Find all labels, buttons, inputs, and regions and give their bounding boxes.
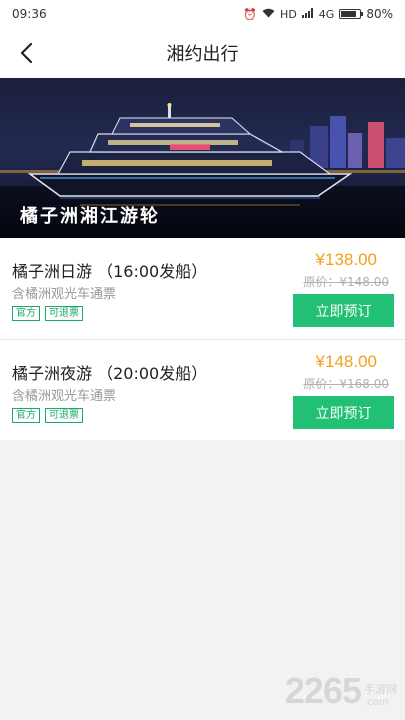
book-now-button[interactable]: 立即预订	[293, 396, 394, 429]
tour-description: 含橘洲观光车通票	[12, 287, 117, 302]
watermark-number: 2265	[284, 670, 362, 711]
signal-icon	[301, 7, 314, 21]
tag-refundable: 可退票	[45, 306, 83, 321]
tag-official: 官方	[12, 306, 40, 321]
tag-refundable: 可退票	[45, 408, 83, 423]
status-icons: ⏰ HD 4G 80%	[243, 7, 393, 21]
wifi-icon	[262, 8, 275, 21]
battery-percent: 80%	[366, 7, 393, 21]
signal-type-label: 4G	[318, 7, 335, 21]
tour-price: ¥138.00	[315, 250, 377, 269]
tour-tags: 官方 可退票	[12, 408, 83, 423]
tour-item-night[interactable]: 橘子洲夜游 （20:00发船） 含橘洲观光车通票 官方 可退票 ¥148.00 …	[0, 340, 405, 441]
tour-item-day[interactable]: 橘子洲日游 （16:00发船） 含橘洲观光车通票 官方 可退票 ¥138.00 …	[0, 238, 405, 340]
alarm-icon: ⏰	[243, 7, 258, 21]
watermark-logo: 2265 手游网 .com	[285, 670, 397, 712]
tour-description: 含橘洲观光车通票	[12, 389, 117, 404]
tour-original-price: 原价：¥148.00	[303, 275, 389, 289]
watermark-site-name: 手游网	[364, 683, 397, 696]
banner-image[interactable]: 橘子洲湘江游轮	[0, 78, 405, 238]
battery-icon	[339, 9, 364, 19]
nav-bar: 湘约出行	[0, 28, 405, 78]
tour-tags: 官方 可退票	[12, 306, 83, 321]
tour-list: 橘子洲日游 （16:00发船） 含橘洲观光车通票 官方 可退票 ¥138.00 …	[0, 238, 405, 440]
chevron-left-icon	[20, 42, 33, 64]
network-label: HD	[280, 7, 297, 21]
watermark-domain: .com	[364, 697, 389, 708]
status-bar: 09:36 ⏰ HD 4G 80%	[0, 0, 405, 28]
page-title: 湘约出行	[166, 44, 239, 65]
status-time: 09:36	[12, 7, 47, 21]
tag-official: 官方	[12, 408, 40, 423]
tour-original-price: 原价：¥168.00	[303, 377, 389, 391]
back-button[interactable]	[8, 35, 44, 71]
tour-name: 橘子洲日游 （16:00发船）	[12, 262, 208, 281]
tour-name: 橘子洲夜游 （20:00发船）	[12, 364, 208, 383]
book-now-button[interactable]: 立即预订	[293, 294, 394, 327]
banner-title: 橘子洲湘江游轮	[20, 206, 160, 227]
tour-price: ¥148.00	[315, 352, 377, 371]
